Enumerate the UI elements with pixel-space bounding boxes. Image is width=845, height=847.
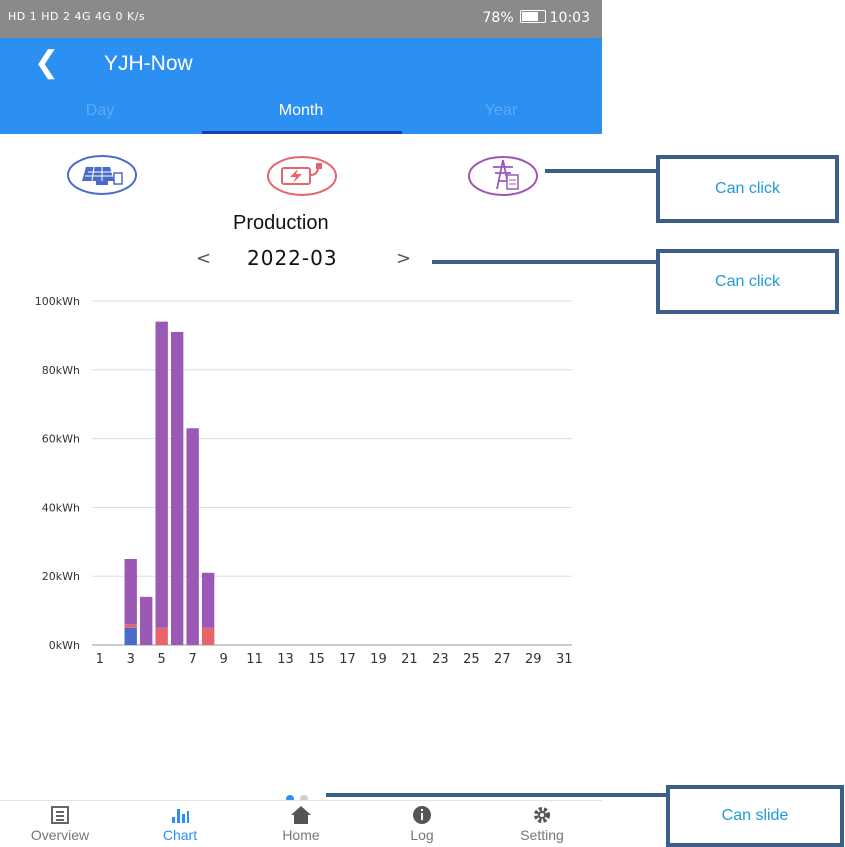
callout-can-click-icons: Can click [656, 155, 839, 223]
annotation-lines [326, 169, 668, 797]
callout-can-slide: Can slide [666, 785, 844, 847]
callout-can-click-period: Can click [656, 249, 839, 314]
